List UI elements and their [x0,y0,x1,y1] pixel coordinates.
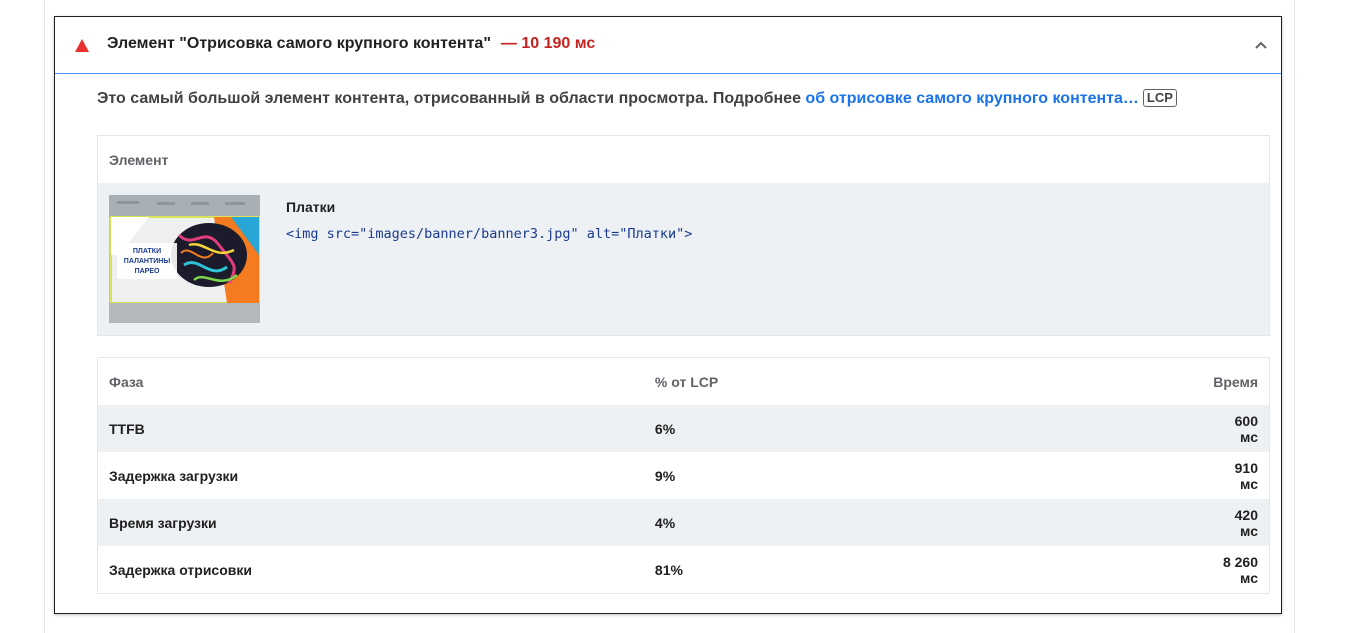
phase-time: 910 мс [1234,459,1258,492]
table-row: TTFB 6% 600 мс [97,405,1270,452]
audit-header[interactable]: Элемент "Отрисовка самого крупного конте… [55,17,1281,74]
phase-time: 8 260 мс [1222,553,1258,586]
phase-table-header-row: Фаза % от LCP Время [98,358,1270,406]
col-percent-header: % от LCP [654,373,719,390]
phase-name: TTFB [97,405,644,452]
phase-percent: 81% [654,561,683,578]
lcp-phase-table: Фаза % от LCP Время TTFB 6% 600 мс Задер… [97,357,1270,594]
learn-more-link[interactable]: об отрисовке самого крупного контента… [805,90,1138,107]
page-frame-right [1294,0,1295,633]
table-row: Время загрузки 4% 420 мс [97,499,1270,546]
phase-name: Задержка загрузки [109,467,239,484]
page-frame-left [44,0,45,633]
thumbnail-text-2: ПАЛАНТИНЫ [124,258,171,265]
audit-display-value: — 10 190 мс [500,35,596,52]
element-thumbnail: ПЛАТКИ ПАЛАНТИНЫ ПАРЕО [109,195,260,323]
description-text: Это самый большой элемент контента, отри… [97,90,806,107]
table-row: Задержка загрузки 9% 910 мс [98,452,1270,499]
element-row[interactable]: ПЛАТКИ ПАЛАНТИНЫ ПАРЕО Платки <img src="… [98,183,1269,335]
audit-title-text: Элемент "Отрисовка самого крупного конте… [107,35,491,52]
node-label: Платки [286,199,336,215]
audit-description: Это самый большой элемент контента, отри… [97,89,1177,108]
col-time-header: Время [1213,373,1258,390]
warning-triangle-icon [75,39,89,52]
node-snippet[interactable]: <img src="images/banner/banner3.jpg" alt… [286,226,692,242]
phase-name: Задержка отрисовки [109,561,252,578]
audit-title: Элемент "Отрисовка самого крупного конте… [107,35,595,53]
thumbnail-text-3: ПАРЕО [135,268,160,275]
phase-name: Время загрузки [97,499,644,546]
col-phase-header: Фаза [109,373,144,390]
phase-percent: 4% [643,499,1203,546]
phase-percent: 6% [643,405,1203,452]
phase-percent: 9% [654,467,676,484]
element-table-header: Элемент [109,151,169,168]
thumbnail-text-1: ПЛАТКИ [133,248,161,255]
phase-time: 600 мс [1202,405,1270,452]
element-table: Элемент ПЛАТКИ ПАЛАНТИНЫ ПАРЕО Платки <i… [97,135,1270,336]
phase-time: 420 мс [1202,499,1270,546]
lcp-element-audit: Элемент "Отрисовка самого крупного конте… [54,16,1282,614]
chevron-up-icon[interactable] [1253,37,1269,53]
lcp-badge: LCP [1142,89,1177,107]
table-row: Задержка отрисовки 81% 8 260 мс [98,546,1270,594]
